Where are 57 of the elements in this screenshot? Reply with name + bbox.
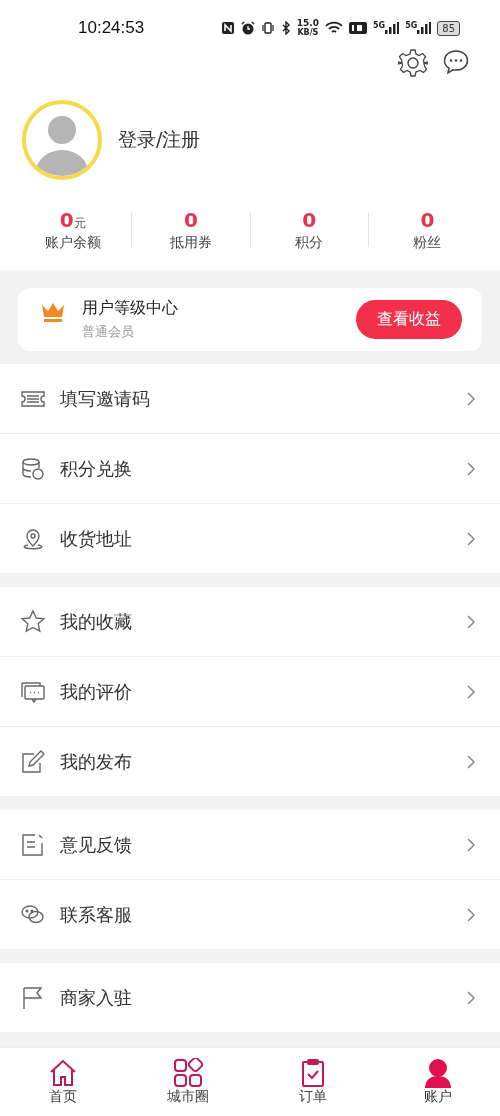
bluetooth-icon — [280, 21, 291, 35]
network-type: 5G — [405, 22, 418, 30]
signal-icon — [417, 22, 432, 34]
user-icon — [422, 1058, 453, 1088]
status-time: 10:24:53 — [78, 18, 145, 38]
level-card[interactable]: 用户等级中心 普通会员 查看收益 — [18, 288, 482, 351]
stat-label[interactable]: 粉丝 — [413, 234, 442, 252]
speed-value: 15.0 — [296, 19, 319, 28]
member-level: 普通会员 — [82, 323, 135, 341]
tab-item[interactable]: 账户 — [375, 1048, 500, 1116]
vibrate-icon — [260, 21, 275, 35]
network-type: 5G — [373, 22, 386, 30]
chevron-right-icon — [466, 390, 476, 407]
stat-value: 0 — [183, 208, 198, 232]
stat-value: 0 — [59, 208, 74, 232]
settings-icon[interactable] — [398, 48, 428, 78]
wifi-icon — [325, 21, 343, 35]
chevron-right-icon — [466, 836, 476, 853]
star-icon — [20, 608, 46, 635]
login-link[interactable]: 登录/注册 — [118, 127, 201, 153]
signal-icon — [385, 22, 400, 34]
stat-value: 0 — [420, 208, 435, 232]
chevron-right-icon — [466, 613, 476, 630]
view-earnings-button[interactable]: 查看收益 — [356, 300, 462, 339]
tab-item[interactable]: 首页 — [0, 1048, 125, 1116]
stat-label[interactable]: 积分 — [295, 234, 324, 252]
nfc-icon — [220, 21, 235, 35]
menu-label: 我的发布 — [60, 749, 133, 774]
feedback-icon — [20, 831, 46, 858]
stat-value: 0 — [302, 208, 317, 232]
menu-label: 商家入驻 — [60, 985, 133, 1010]
chevron-right-icon — [466, 906, 476, 923]
speed-unit: KB/S — [297, 28, 319, 37]
stat-label[interactable]: 抵用券 — [169, 234, 212, 252]
menu-label: 我的评价 — [60, 679, 133, 704]
menu-label: 意见反馈 — [60, 832, 133, 857]
menu-label: 填写邀请码 — [60, 386, 151, 411]
chevron-right-icon — [466, 530, 476, 547]
chevron-right-icon — [466, 460, 476, 477]
message-icon[interactable] — [442, 48, 470, 76]
alarm-icon — [240, 21, 255, 35]
menu-label: 收货地址 — [60, 526, 133, 551]
stat-label[interactable]: 账户余额 — [44, 234, 101, 252]
level-title: 用户等级中心 — [82, 298, 179, 319]
tab-item[interactable]: 订单 — [250, 1048, 375, 1116]
grid-icon — [172, 1058, 203, 1088]
edit-icon — [20, 748, 46, 775]
stat-unit: 元 — [73, 216, 86, 230]
chevron-right-icon — [466, 683, 476, 700]
tab-item[interactable]: 城市圈 — [125, 1048, 250, 1116]
menu-label: 我的收藏 — [60, 609, 133, 634]
menu-label: 积分兑换 — [60, 456, 133, 481]
chevron-right-icon — [466, 753, 476, 770]
menu-label: 联系客服 — [60, 902, 133, 927]
chevron-right-icon — [466, 989, 476, 1006]
database-icon — [20, 455, 46, 482]
battery-indicator: 85 — [437, 20, 460, 36]
